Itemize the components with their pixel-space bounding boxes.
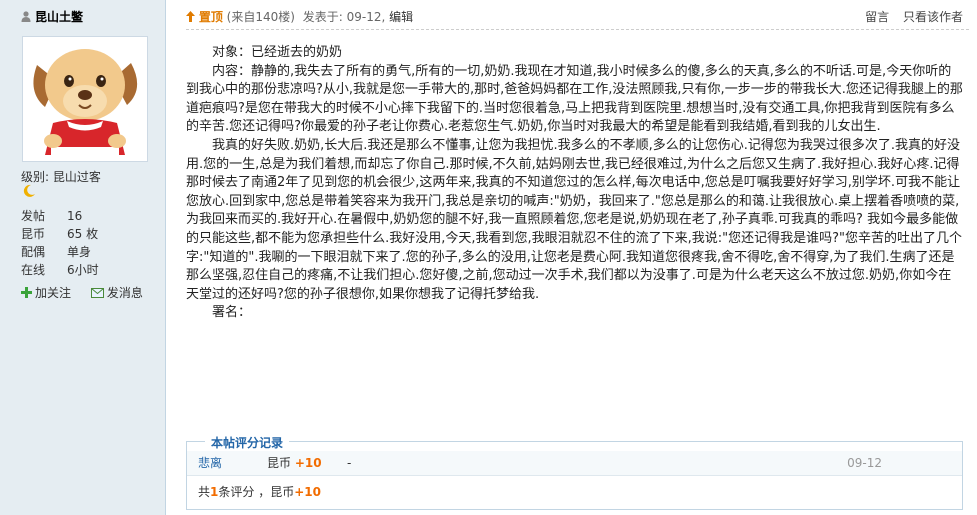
rater-name[interactable]: 悲离 (198, 451, 222, 475)
user-icon (21, 11, 31, 22)
stat-online: 在线 6小时 (21, 263, 99, 277)
user-name[interactable]: 昆山土鳖 (21, 8, 83, 25)
rating-title: 本帖评分记录 (205, 434, 290, 451)
level-value[interactable]: 昆山过客 (53, 170, 101, 184)
dog-avatar-image (23, 37, 147, 161)
author-only-link[interactable]: 只看该作者 (903, 10, 963, 24)
floor-text: (来自140楼) (226, 10, 295, 24)
rating-row: 悲离 昆币 +10 - 09-12 (187, 451, 962, 476)
user-level: 级别: 昆山过客 (21, 170, 101, 184)
post-header: 置顶 (来自140楼) 发表于: 09-12, 编辑 (186, 8, 413, 25)
reply-link[interactable]: 留言 (865, 10, 889, 24)
rating-total: +10 (294, 485, 321, 499)
avatar[interactable] (22, 36, 148, 162)
follow-button[interactable]: 加关注 (21, 286, 83, 300)
user-actions: 加关注 发消息 (21, 284, 159, 301)
top-badge[interactable]: 置顶 (199, 10, 223, 24)
stat-coins: 昆币 65 枚 (21, 227, 99, 241)
send-message-button[interactable]: 发消息 (90, 286, 151, 300)
post-container: 昆山土鳖 级别: 昆山过客 发帖 16 昆币 65 枚 配偶 单身 在线 6小时… (0, 0, 977, 515)
rating-currency: 昆币 +10 (267, 456, 322, 470)
user-stats: 发帖 16 昆币 65 枚 配偶 单身 在线 6小时 (21, 207, 99, 279)
user-sidebar: 昆山土鳖 级别: 昆山过客 发帖 16 昆币 65 枚 配偶 单身 在线 6小时… (0, 0, 166, 515)
stat-spouse: 配偶 单身 (21, 245, 92, 259)
post-paragraph: 我真的好失败.奶奶,长大后.我还是那么不懂事,让您为我担忧.我多么的不孝顺,多么… (186, 137, 963, 302)
moon-icon (23, 184, 35, 197)
rating-date: 09-12 (847, 456, 882, 470)
rating-top-border (187, 441, 962, 442)
post-content: 对象：已经逝去的奶奶 内容：静静的,我失去了所有的勇气,所有的一切,奶奶.我现在… (186, 44, 964, 323)
rating-value: +10 (294, 456, 322, 470)
posted-time: 发表于: 09-12 (302, 10, 382, 24)
post-paragraph: 署名： (186, 305, 252, 321)
stat-posts: 发帖 16 (21, 209, 83, 223)
envelope-icon (90, 288, 104, 298)
post-paragraph: 内容：静静的,我失去了所有的勇气,所有的一切,奶奶.我现在才知道,我小时候多么的… (186, 63, 963, 135)
rating-box: 本帖评分记录 悲离 昆币 +10 - 09-12 共1条评分 ，昆币+10 (186, 434, 963, 510)
post-main: 置顶 (来自140楼) 发表于: 09-12, 编辑 留言 只看该作者 对象：已… (166, 0, 977, 515)
edit-link[interactable]: 编辑 (389, 10, 413, 24)
post-header-actions: 留言 只看该作者 (855, 8, 963, 25)
header-divider (186, 29, 969, 30)
arrow-up-icon (186, 11, 195, 22)
post-paragraph: 对象：已经逝去的奶奶 (186, 45, 343, 60)
plus-icon (21, 287, 32, 298)
rating-summary: 共1条评分 ，昆币+10 (198, 485, 321, 499)
rating-reason: - (347, 456, 352, 470)
